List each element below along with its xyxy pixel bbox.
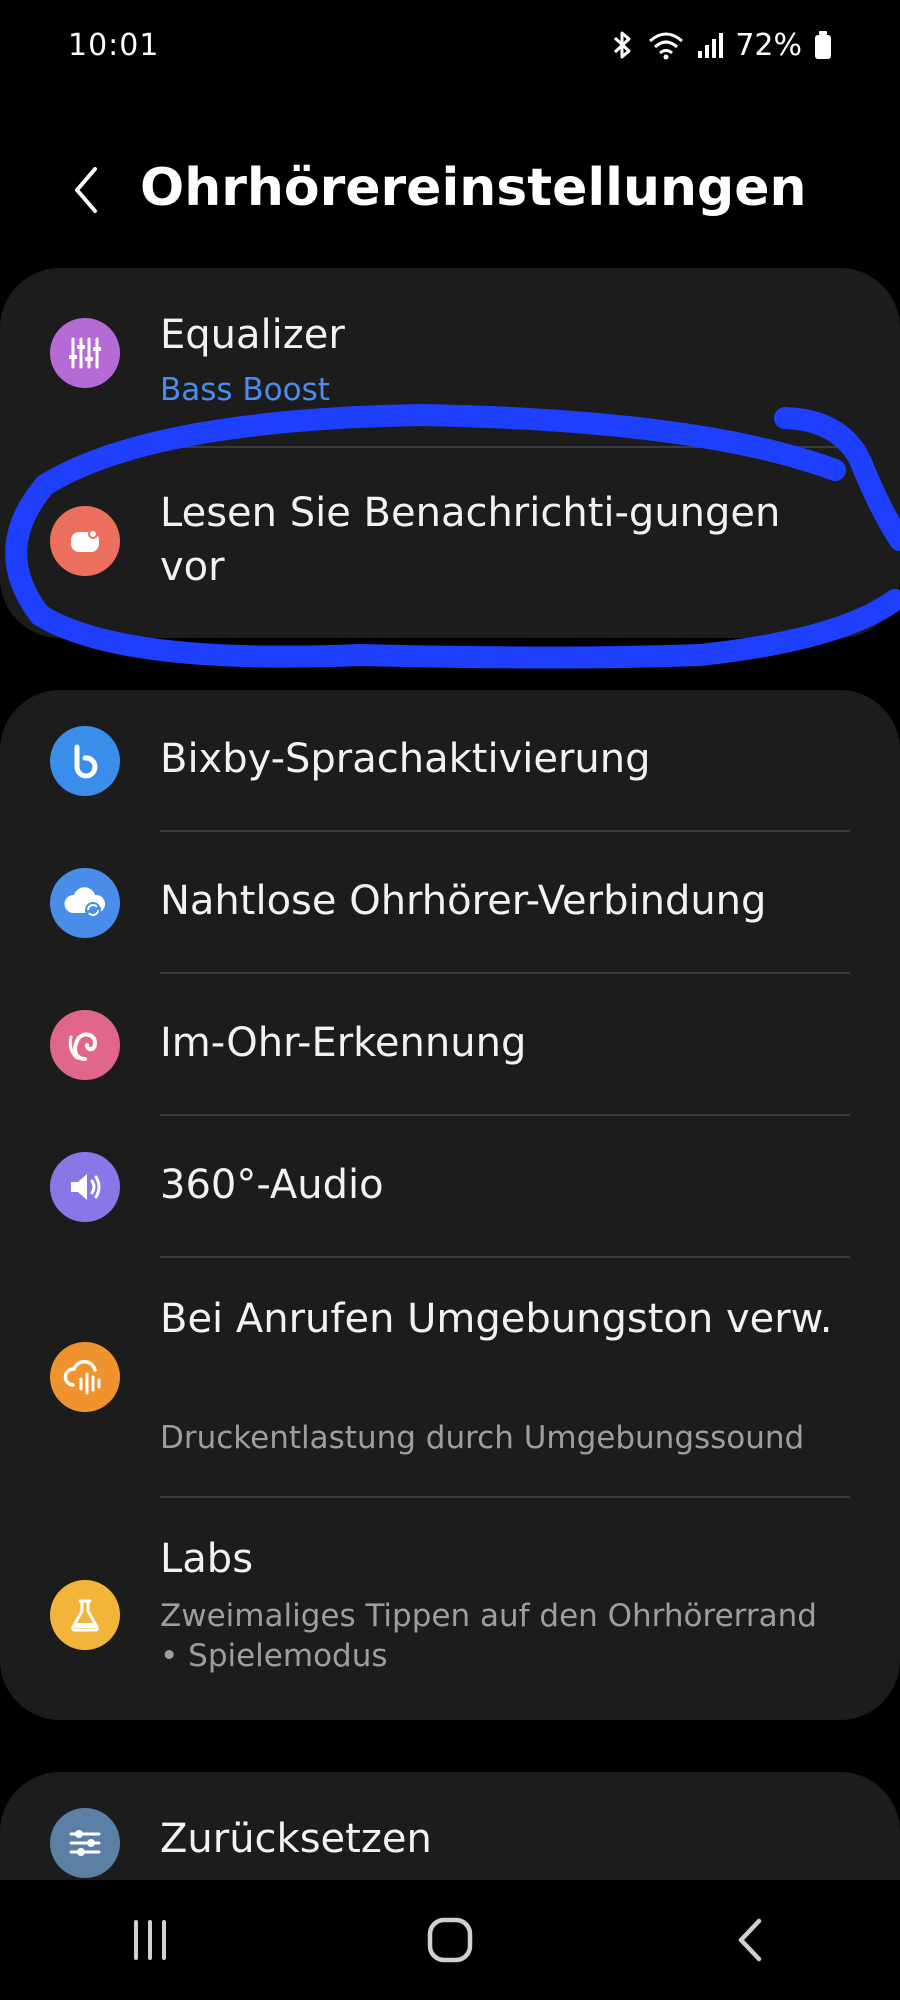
labs-subtitle: Zweimaliges Tippen auf den Ohrhörerrand: [160, 1598, 817, 1634]
equalizer-icon: [50, 318, 120, 388]
audio-360-row[interactable]: 360°-Audio: [0, 1116, 900, 1256]
status-time: 10:01: [68, 27, 160, 63]
bixby-icon: [50, 726, 120, 796]
labs-title: Labs: [160, 1536, 254, 1582]
settings-group-features: Bixby-Sprachaktivierung Nahtlose Ohrhöre…: [0, 690, 900, 1720]
home-button[interactable]: [390, 1900, 510, 1980]
home-icon: [427, 1917, 473, 1963]
cloud-sync-icon: [50, 868, 120, 938]
equalizer-row[interactable]: Equalizer Bass Boost: [0, 268, 900, 444]
bixby-title: Bixby-Sprachaktivierung: [160, 736, 651, 782]
chevron-left-icon: [75, 167, 97, 213]
screen: 10:01 72% Ohrhörereinstellungen Equalize…: [0, 0, 900, 2000]
nav-back-button[interactable]: [690, 1900, 810, 1980]
ambient-sound-calls-row[interactable]: Bei Anrufen Umgebungston verw. Druckentl…: [0, 1258, 900, 1496]
status-bar: 10:01 72%: [0, 0, 900, 90]
ambient-sound-calls-title: Bei Anrufen Umgebungston verw.: [160, 1296, 833, 1342]
signal-icon: [697, 31, 724, 59]
ambient-sound-calls-subtitle: Druckentlastung durch Umgebungssound: [160, 1420, 805, 1456]
seamless-connection-row[interactable]: Nahtlose Ohrhörer-Verbindung: [0, 832, 900, 972]
status-icons: 72%: [611, 28, 832, 63]
bluetooth-icon: [611, 29, 635, 61]
page-title: Ohrhörereinstellungen: [140, 158, 807, 218]
audio-360-title: 360°-Audio: [160, 1162, 384, 1208]
sliders-icon: [50, 1808, 120, 1878]
read-notifications-title: Lesen Sie Benachrichti-gungen vor: [160, 490, 781, 590]
labs-subtitle-game-mode: • Spielemodus: [160, 1638, 388, 1674]
header: Ohrhörereinstellungen: [0, 140, 900, 240]
in-ear-detection-row[interactable]: Im-Ohr-Erkennung: [0, 974, 900, 1114]
read-notifications-row[interactable]: Lesen Sie Benachrichti-gungen vor: [0, 448, 900, 638]
seamless-connection-title: Nahtlose Ohrhörer-Verbindung: [160, 878, 767, 924]
reset-title: Zurücksetzen: [160, 1816, 432, 1862]
equalizer-title: Equalizer: [160, 312, 345, 358]
battery-percent: 72%: [735, 27, 802, 63]
chevron-left-icon: [738, 1918, 762, 1962]
flask-icon: [50, 1580, 120, 1650]
labs-row[interactable]: Labs Zweimaliges Tippen auf den Ohrhörer…: [0, 1498, 900, 1720]
navigation-bar: [0, 1880, 900, 2000]
speaker-icon: [50, 1152, 120, 1222]
recent-apps-icon: [134, 1920, 166, 1960]
back-button[interactable]: [56, 160, 116, 220]
bixby-row[interactable]: Bixby-Sprachaktivierung: [0, 690, 900, 830]
ear-icon: [50, 1010, 120, 1080]
reset-row[interactable]: Zurücksetzen: [0, 1772, 900, 1892]
settings-group-audio: Equalizer Bass Boost Lesen Sie Benachric…: [0, 268, 900, 638]
recent-apps-button[interactable]: [90, 1900, 210, 1980]
ambient-sound-icon: [50, 1342, 120, 1412]
settings-group-reset: Zurücksetzen: [0, 1772, 900, 1892]
equalizer-value: Bass Boost: [160, 372, 330, 408]
wifi-icon: [647, 30, 685, 60]
battery-icon: [814, 30, 832, 60]
notification-icon: [50, 506, 120, 576]
in-ear-detection-title: Im-Ohr-Erkennung: [160, 1020, 527, 1066]
